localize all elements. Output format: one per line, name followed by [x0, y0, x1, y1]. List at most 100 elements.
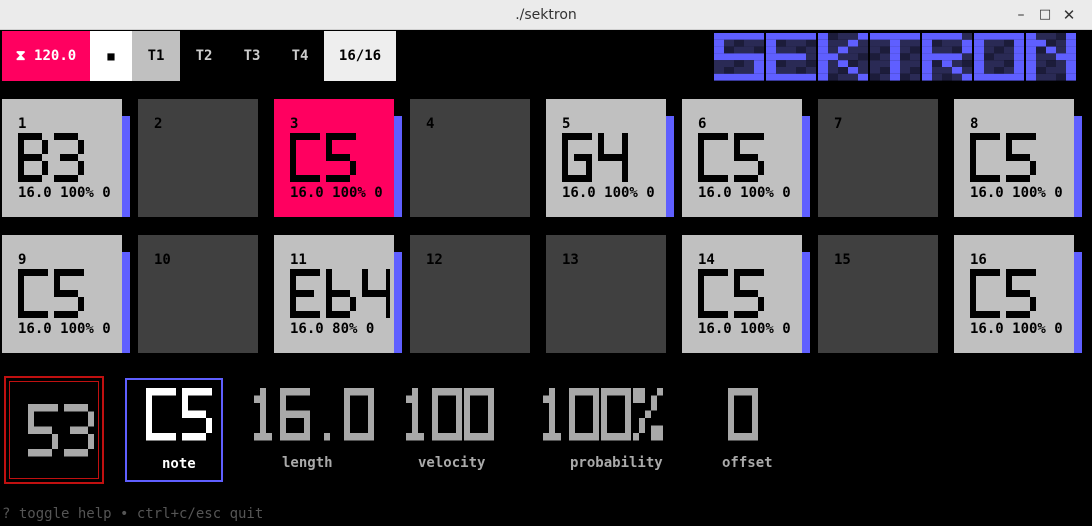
- step-7[interactable]: 7: [818, 99, 938, 217]
- step-5[interactable]: 5 16.0 100% 0: [546, 99, 666, 217]
- toolbar: ⧗ 120.0 ■ T1 T2 T3 T4 16/16: [2, 31, 396, 81]
- step-note: [18, 269, 84, 318]
- pattern-selector[interactable]: [4, 376, 104, 484]
- step-16[interactable]: 16 16.0 100% 0: [954, 235, 1074, 353]
- stop-icon[interactable]: ■: [90, 31, 132, 81]
- step-params: 16.0 100% 0: [970, 321, 1063, 337]
- step-params: 16.0 80% 0: [290, 321, 375, 337]
- step-10[interactable]: 10: [138, 235, 258, 353]
- length-glyph: [324, 433, 330, 441]
- step-note-glyph: [1006, 269, 1036, 318]
- step-note: [290, 269, 390, 318]
- note-value: [146, 388, 212, 441]
- step-note: [562, 269, 662, 319]
- step-6[interactable]: 6 16.0 100% 0: [682, 99, 802, 217]
- step-number: 6: [698, 116, 707, 132]
- tempo-display[interactable]: ⧗ 120.0: [2, 31, 90, 81]
- step-15[interactable]: 15: [818, 235, 938, 353]
- step-number: 13: [562, 252, 579, 268]
- step-active-indicator: [1074, 116, 1082, 217]
- step-params: 16.0 100% 0: [698, 185, 791, 201]
- step-active-indicator: [802, 116, 810, 217]
- track-tab-1[interactable]: T1: [132, 31, 180, 81]
- step-1[interactable]: 1 16.0 100% 0: [2, 99, 122, 217]
- pattern-glyph: [64, 404, 94, 457]
- step-active-indicator: [394, 116, 402, 217]
- offset-value: [728, 388, 758, 441]
- step-note-glyph: [734, 133, 764, 182]
- step-note-glyph: [54, 133, 84, 182]
- probability-glyph: [543, 388, 561, 441]
- step-number: 4: [426, 116, 435, 132]
- step-number: 14: [698, 252, 715, 268]
- step-note: [290, 133, 356, 182]
- probability-glyph: [601, 388, 631, 441]
- step-number: 7: [834, 116, 843, 132]
- offset-glyph: [728, 388, 758, 441]
- step-params: 16.0 100% 0: [18, 321, 111, 337]
- length-glyph: [344, 388, 374, 441]
- note-param[interactable]: note: [125, 378, 223, 482]
- help-hint: ? toggle help • ctrl+c/esc quit: [2, 506, 264, 522]
- page-counter[interactable]: 16/16: [324, 31, 396, 81]
- logo-letter: [974, 33, 1024, 81]
- close-icon[interactable]: ✕: [1060, 6, 1078, 24]
- step-8[interactable]: 8 16.0 100% 0: [954, 99, 1074, 217]
- step-active-indicator: [666, 116, 674, 217]
- step-params: 16.0 100% 0: [698, 321, 791, 337]
- velocity-glyph: [406, 388, 424, 441]
- step-12[interactable]: 12: [410, 235, 530, 353]
- length-label: length: [282, 455, 333, 471]
- step-11[interactable]: 11 16.0 80% 0: [274, 235, 394, 353]
- step-active-indicator: [394, 252, 402, 353]
- maximize-icon[interactable]: □: [1036, 6, 1054, 24]
- length-glyph: [254, 388, 272, 441]
- step-14[interactable]: 14 16.0 100% 0: [682, 235, 802, 353]
- step-13[interactable]: 13: [546, 235, 666, 353]
- pattern-glyph: [28, 404, 58, 457]
- step-note: [834, 133, 934, 183]
- velocity-value: [406, 388, 494, 441]
- length-glyph: [280, 388, 310, 441]
- step-active-indicator: [802, 252, 810, 353]
- step-active-indicator: [122, 252, 130, 353]
- step-note-glyph: [54, 269, 84, 318]
- velocity-glyph: [432, 388, 462, 441]
- probability-value: [543, 388, 663, 441]
- track-tab-2[interactable]: T2: [180, 31, 228, 81]
- step-params: 16.0 100% 0: [18, 185, 111, 201]
- track-tab-3[interactable]: T3: [228, 31, 276, 81]
- step-3[interactable]: 3 16.0 100% 0: [274, 99, 394, 217]
- step-note-glyph: [970, 133, 1000, 182]
- step-9[interactable]: 9 16.0 100% 0: [2, 235, 122, 353]
- step-note-glyph: [18, 269, 48, 318]
- note-glyph: [146, 388, 176, 441]
- step-note-glyph: [1006, 133, 1036, 182]
- step-note-glyph: [362, 269, 390, 318]
- probability-glyph: [569, 388, 599, 441]
- step-number: 12: [426, 252, 443, 268]
- step-note-glyph: [598, 133, 628, 182]
- step-note: [970, 133, 1036, 182]
- step-number: 8: [970, 116, 979, 132]
- pattern-number: [28, 404, 94, 457]
- step-note-glyph: [698, 269, 728, 318]
- step-params: 16.0 100% 0: [290, 185, 383, 201]
- step-note-glyph: [326, 269, 356, 318]
- step-number: 1: [18, 116, 27, 132]
- step-note-glyph: [18, 133, 48, 182]
- step-note-glyph: [326, 133, 356, 182]
- step-note-glyph: [562, 133, 592, 182]
- velocity-glyph: [464, 388, 494, 441]
- step-note: [970, 269, 1036, 318]
- logo-letter: [1026, 33, 1076, 81]
- track-tab-4[interactable]: T4: [276, 31, 324, 81]
- logo-letter: [766, 33, 816, 81]
- length-value: [254, 388, 374, 441]
- step-number: 5: [562, 116, 571, 132]
- minimize-icon[interactable]: –: [1012, 6, 1030, 24]
- step-4[interactable]: 4: [410, 99, 530, 217]
- step-2[interactable]: 2: [138, 99, 258, 217]
- step-note: [698, 269, 764, 318]
- step-note: [426, 269, 526, 319]
